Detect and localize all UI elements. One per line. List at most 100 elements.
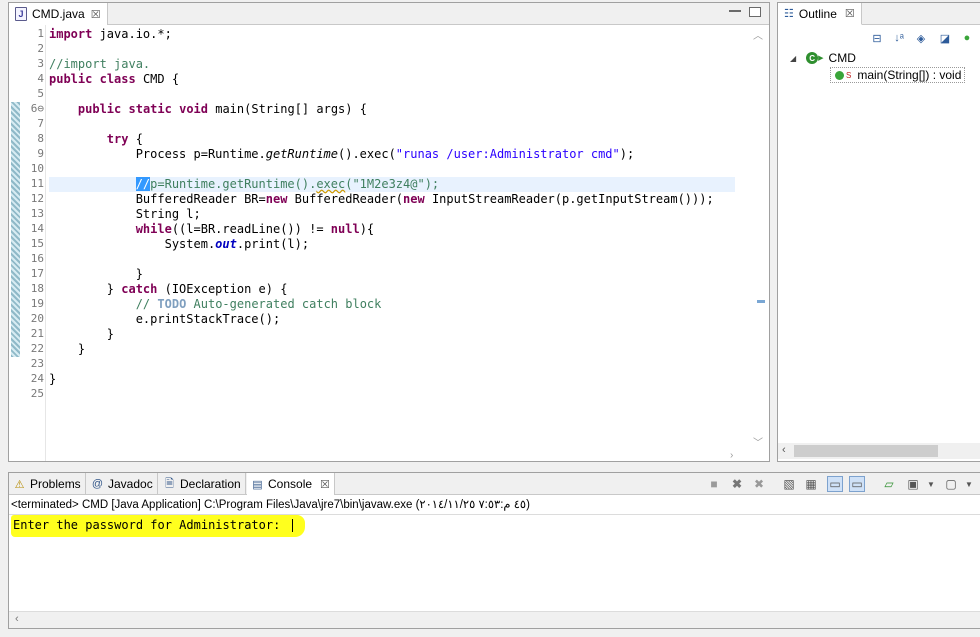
line-number: 13: [30, 207, 44, 220]
outline-tab-label: Outline: [798, 6, 837, 21]
close-icon[interactable]: ☒: [91, 8, 101, 21]
code-line-20: e.printStackTrace();: [135, 312, 281, 326]
tab-declaration[interactable]: 🗎 Declaration: [159, 473, 246, 495]
tab-javadoc[interactable]: @ Javadoc: [87, 473, 158, 495]
editor-vertical-scrollbar[interactable]: ︿ ﹀: [751, 27, 765, 449]
code-line-21: }: [106, 327, 115, 341]
console-output[interactable]: Enter the password for Administrator:: [9, 514, 980, 610]
maximize-icon[interactable]: [749, 7, 761, 17]
declaration-icon: 🗎: [165, 477, 174, 490]
line-number: 8: [37, 132, 44, 145]
minimize-icon[interactable]: [729, 6, 741, 12]
java-file-icon: J: [15, 7, 27, 21]
hide-static-icon[interactable]: ◪: [938, 31, 952, 45]
chevron-down-icon[interactable]: ▼: [923, 476, 939, 492]
code-area[interactable]: import java.io.*; //import java. public …: [49, 25, 735, 461]
code-line-18: } catch (IOException e) {: [106, 282, 288, 296]
tab-label: Javadoc: [108, 477, 153, 491]
hide-fields-icon[interactable]: ◈: [914, 31, 928, 45]
close-icon[interactable]: ☒: [320, 478, 330, 491]
line-number: 10: [30, 162, 44, 175]
console-horizontal-scrollbar[interactable]: ‹: [9, 611, 980, 628]
overview-ruler-marker[interactable]: [757, 300, 765, 303]
open-console-icon[interactable]: ▢: [943, 476, 959, 492]
outline-class-node[interactable]: ◢ C ▶ CMD: [790, 50, 856, 66]
editor-tab-strip: J CMD.java ☒: [9, 3, 769, 25]
tab-label: Problems: [30, 477, 81, 491]
tab-problems[interactable]: ⚠ Problems: [9, 473, 86, 495]
scroll-left-icon[interactable]: ‹: [782, 444, 786, 456]
line-number: 19: [30, 297, 44, 310]
line-number: 18: [30, 282, 44, 295]
pin-console-icon[interactable]: ▱: [881, 476, 897, 492]
public-method-icon: [835, 70, 844, 80]
outline-icon: ☷: [784, 8, 794, 20]
code-line-4: public class CMD {: [49, 72, 180, 86]
expand-icon[interactable]: ◢: [790, 54, 796, 63]
line-number: 4: [37, 72, 44, 85]
line-number: 21: [30, 327, 44, 340]
line-number: 16: [30, 252, 44, 265]
collapse-all-icon[interactable]: ⊟: [870, 31, 884, 45]
code-line-8: try {: [106, 132, 143, 146]
scroll-up-icon[interactable]: ︿: [753, 27, 763, 42]
remove-all-terminated-icon[interactable]: ✖: [751, 476, 767, 492]
line-number: 11: [30, 177, 44, 190]
line-number: 9: [37, 147, 44, 160]
terminate-icon[interactable]: ■: [706, 476, 722, 492]
code-line-13: String l;: [135, 207, 201, 221]
code-line-11: //p=Runtime.getRuntime().exec("1M2e3z4@"…: [49, 177, 735, 192]
code-line-9: Process p=Runtime.getRuntime().exec("run…: [135, 147, 635, 161]
code-line-6: public static void main(String[] args) {: [77, 102, 367, 116]
code-line-3: //import java.: [49, 57, 151, 71]
code-line-12: BufferedReader BR=new BufferedReader(new…: [135, 192, 714, 206]
scroll-thumb[interactable]: [794, 445, 938, 457]
selection: //: [135, 177, 151, 191]
outline-pane: ☷ Outline ☒ ⊟ ↓ᵃ ◈ ◪ ● ◢ C ▶ CMD S main(…: [777, 2, 980, 462]
line-number: 15: [30, 237, 44, 250]
line-number: 24: [30, 372, 44, 385]
tab-label: CMD.java: [32, 7, 85, 21]
scroll-lock-icon[interactable]: ▦: [803, 476, 819, 492]
static-badge: S: [846, 70, 852, 80]
class-icon: C: [806, 52, 819, 64]
display-console-icon[interactable]: ▣: [905, 476, 921, 492]
bottom-tab-strip: ⚠ Problems @ Javadoc 🗎 Declaration ▤ Con…: [9, 473, 980, 495]
clear-console-icon[interactable]: ▧: [781, 476, 797, 492]
tab-cmd-java[interactable]: J CMD.java ☒: [9, 3, 108, 25]
line-number: 17: [30, 267, 44, 280]
line-number: 22: [30, 342, 44, 355]
line-number: 6⊖: [30, 102, 44, 115]
show-on-stdout-icon[interactable]: ▭: [827, 476, 843, 492]
show-on-stderr-icon[interactable]: ▭: [849, 476, 865, 492]
scroll-right-icon[interactable]: ›: [730, 450, 733, 461]
problems-icon: ⚠: [14, 478, 25, 491]
tab-outline[interactable]: ☷ Outline ☒: [778, 3, 862, 25]
scroll-down-icon[interactable]: ﹀: [753, 434, 763, 449]
close-icon[interactable]: ☒: [845, 7, 855, 20]
chevron-down-icon[interactable]: ▼: [961, 476, 977, 492]
outline-horizontal-scrollbar[interactable]: ‹: [778, 443, 980, 459]
scroll-left-icon[interactable]: ‹: [15, 613, 19, 625]
line-number: 12: [30, 192, 44, 205]
outline-method-label: main(String[]) : void: [857, 68, 962, 82]
tab-label: Console: [268, 477, 313, 491]
tab-console[interactable]: ▤ Console ☒: [247, 473, 335, 495]
tab-label: Declaration: [180, 477, 241, 491]
text-caret: [292, 519, 294, 532]
code-line-22: }: [77, 342, 86, 356]
line-number: 14: [30, 222, 44, 235]
outline-class-label: CMD: [828, 51, 856, 65]
code-line-17: }: [135, 267, 143, 281]
line-number: 1: [37, 27, 44, 40]
line-number: 5: [37, 87, 44, 100]
line-number: 2: [37, 42, 44, 55]
console-output-line: Enter the password for Administrator:: [13, 518, 294, 532]
hide-nonpublic-icon[interactable]: ●: [960, 31, 974, 45]
change-marker: [11, 102, 20, 357]
remove-launch-icon[interactable]: ✖: [729, 476, 745, 492]
outline-method-node[interactable]: S main(String[]) : void: [830, 67, 966, 83]
console-icon: ▤: [252, 478, 263, 491]
sort-icon[interactable]: ↓ᵃ: [892, 31, 906, 45]
prompt-text: Enter the password for Administrator:: [13, 518, 281, 532]
